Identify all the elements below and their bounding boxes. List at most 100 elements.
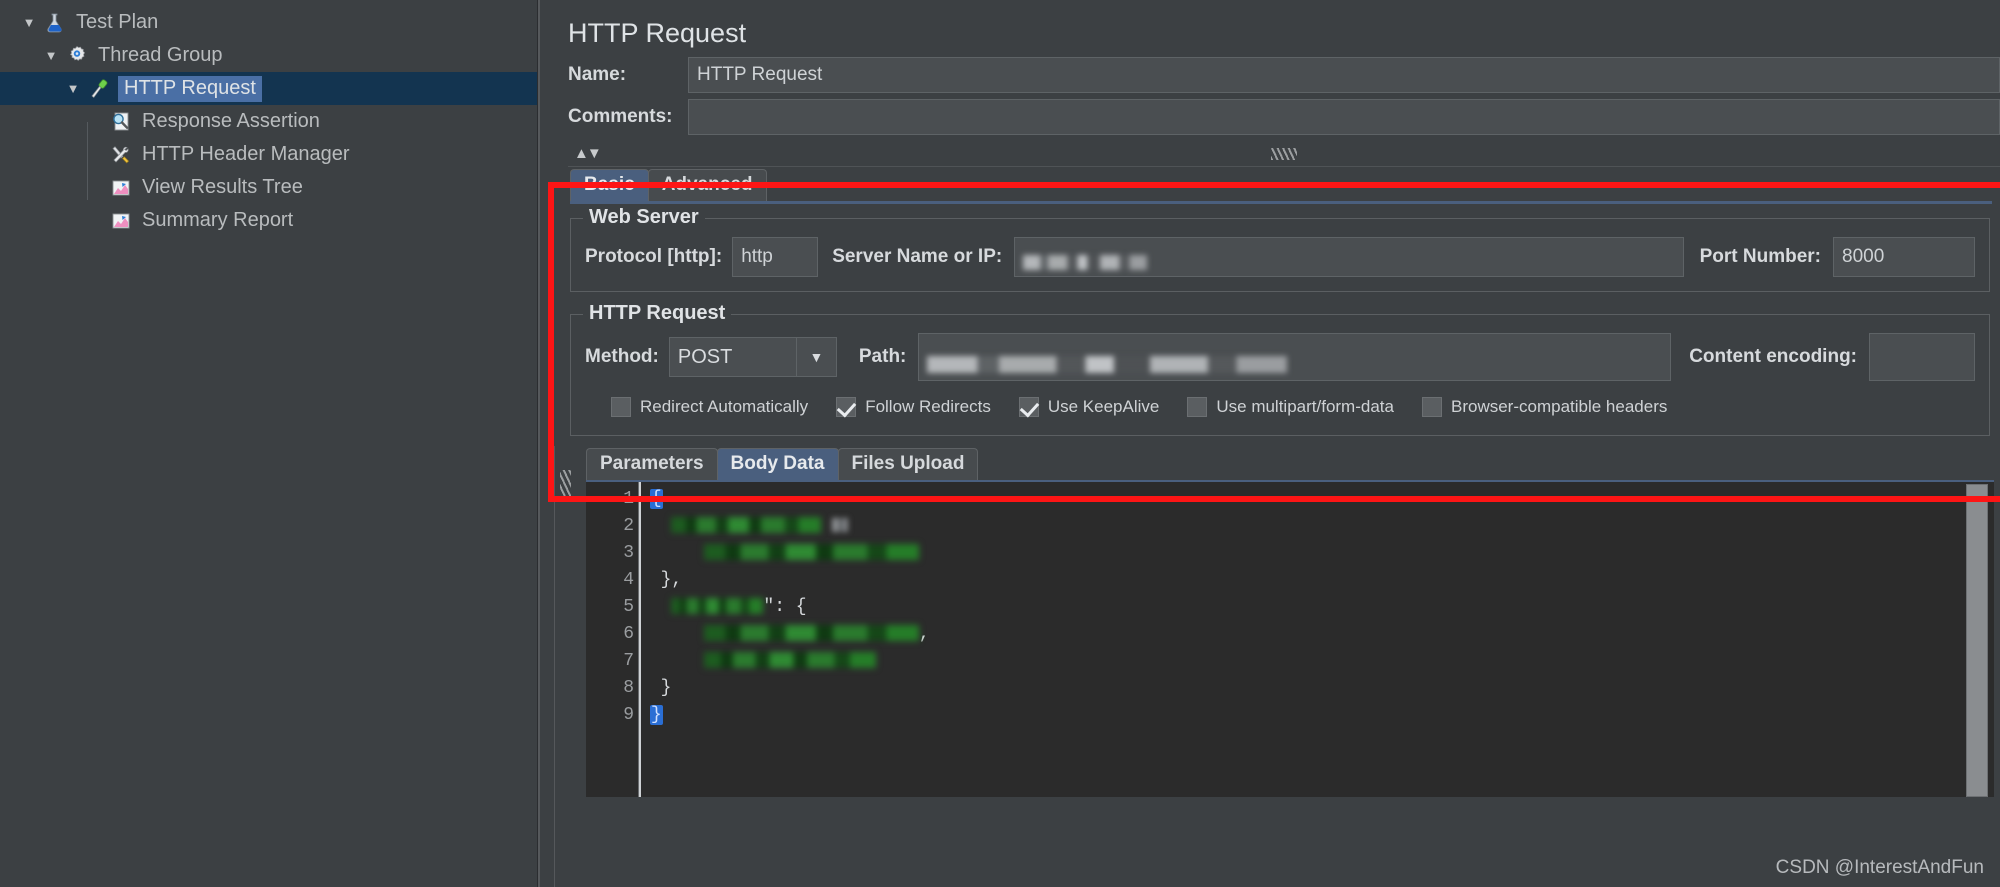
path-label: Path:: [858, 346, 907, 367]
code-line: ": {: [639, 594, 1994, 621]
protocol-label: Protocol [http]:: [585, 246, 723, 267]
body-tabstrip[interactable]: Parameters Body Data Files Upload: [586, 446, 2000, 480]
tab-files-upload[interactable]: Files Upload: [837, 448, 979, 480]
tab-body-data[interactable]: Body Data: [716, 448, 839, 480]
tree-item-test-plan[interactable]: ▼ Test Plan: [0, 6, 537, 39]
test-plan-tree[interactable]: ▼ Test Plan ▼ Thread Group ▼ HTTP Reques…: [0, 0, 538, 887]
jmeter-window: ▼ Test Plan ▼ Thread Group ▼ HTTP Reques…: [0, 0, 2000, 887]
redacted-code: [671, 598, 764, 614]
line-number: 6: [623, 624, 634, 644]
checkbox-box-icon[interactable]: [611, 397, 631, 417]
expand-toggle-icon[interactable]: ▼: [18, 16, 40, 29]
port-number-label: Port Number:: [1699, 246, 1821, 267]
csdn-watermark: CSDN @InterestAndFun: [1775, 857, 1984, 878]
code-line: [639, 648, 1994, 675]
content-encoding-label: Content encoding:: [1689, 346, 1857, 367]
tab-advanced[interactable]: Advanced: [647, 169, 767, 201]
line-number: 7: [623, 651, 634, 671]
tab-underline: [570, 201, 1992, 204]
tree-item-label: Thread Group: [98, 44, 223, 66]
checkbox-label: Browser-compatible headers: [1450, 397, 1668, 416]
checkbox-checked-icon[interactable]: [836, 397, 857, 417]
line-number: 2: [623, 516, 634, 536]
request-options-checkbox-row: Redirect Automatically Follow Redirects …: [611, 397, 1975, 417]
web-server-row: Protocol [http]: http Server Name or IP:…: [585, 237, 1975, 277]
vertical-splitter: [554, 446, 555, 887]
port-number-input[interactable]: 8000: [1833, 237, 1975, 277]
code-line: [639, 540, 1994, 567]
code-line: [639, 513, 1994, 540]
basic-advanced-tabstrip[interactable]: Basic Advanced: [570, 167, 2000, 201]
code-line: {: [639, 486, 1994, 513]
checkbox-label: Use KeepAlive: [1047, 397, 1160, 416]
editor-vertical-scrollbar[interactable]: [1966, 484, 1988, 797]
header-manager-icon: [106, 142, 136, 168]
name-field-row: Name: HTTP Request: [554, 57, 2000, 93]
code-line: }: [639, 702, 1994, 729]
tree-item-view-results-tree[interactable]: View Results Tree: [0, 171, 537, 204]
checkbox-use-multipart-form-data[interactable]: Use multipart/form-data: [1187, 397, 1394, 417]
collapse-arrows-icon[interactable]: ▲▼: [574, 146, 602, 161]
request-body-section: Parameters Body Data Files Upload 1 2 3 …: [554, 446, 2000, 887]
redacted-code: [671, 517, 822, 533]
redacted-code: [703, 652, 876, 668]
results-tree-icon: [106, 175, 136, 201]
tab-basic[interactable]: Basic: [570, 169, 649, 201]
method-select-value: POST: [677, 346, 733, 368]
checkbox-redirect-automatically[interactable]: Redirect Automatically: [611, 397, 808, 417]
section-collapse-bar[interactable]: ▲▼: [568, 141, 2000, 167]
comments-input[interactable]: [688, 99, 2000, 135]
tree-item-thread-group[interactable]: ▼ Thread Group: [0, 39, 537, 72]
code-line: },: [639, 570, 683, 590]
line-number: 4: [623, 570, 634, 590]
path-input[interactable]: [918, 333, 1672, 381]
redacted-code: [703, 625, 919, 641]
tree-item-summary-report[interactable]: Summary Report: [0, 204, 537, 237]
web-server-group-title: Web Server: [583, 206, 705, 229]
tree-item-label: HTTP Request: [118, 75, 262, 102]
name-label: Name:: [568, 64, 627, 85]
expand-toggle-icon[interactable]: ▼: [40, 49, 62, 62]
checkbox-box-icon[interactable]: [1187, 397, 1208, 417]
scrollbar-thumb[interactable]: [1966, 484, 1988, 797]
checkbox-box-icon[interactable]: [1421, 397, 1442, 417]
method-select[interactable]: POST ▼: [668, 337, 837, 377]
tree-item-label: HTTP Header Manager: [142, 143, 350, 165]
chevron-down-icon[interactable]: ▼: [795, 338, 836, 376]
checkbox-label: Use multipart/form-data: [1216, 397, 1394, 416]
test-plan-icon: [40, 10, 70, 36]
checkbox-use-keepalive[interactable]: Use KeepAlive: [1018, 397, 1160, 417]
code-literal: ,: [918, 624, 930, 644]
editor-code-area[interactable]: { }, ": { , } }: [638, 482, 1994, 797]
checkbox-follow-redirects[interactable]: Follow Redirects: [836, 397, 991, 417]
horizontal-split-grip[interactable]: [1271, 147, 1297, 160]
vertical-split-grip[interactable]: [560, 470, 571, 500]
tree-item-label: Response Assertion: [142, 110, 320, 132]
tree-item-header-manager[interactable]: HTTP Header Manager: [0, 138, 537, 171]
editor-line-number-gutter: 1 2 3 4 5 6 7 8 9: [586, 482, 638, 797]
tree-item-response-assertion[interactable]: Response Assertion: [0, 105, 537, 138]
checkbox-browser-compatible-headers[interactable]: Browser-compatible headers: [1421, 397, 1668, 417]
server-name-input[interactable]: [1014, 237, 1684, 277]
line-number: 5: [623, 597, 634, 617]
body-data-editor[interactable]: 1 2 3 4 5 6 7 8 9 { }, ": {,}}: [586, 480, 1994, 797]
http-request-group-title: HTTP Request: [583, 302, 732, 325]
method-path-row: Method: POST ▼ Path: Content encoding:: [585, 333, 1975, 381]
http-request-editor-panel: HTTP Request Name: HTTP Request Comments…: [538, 0, 2000, 887]
expand-toggle-icon[interactable]: ▼: [62, 82, 84, 95]
protocol-input[interactable]: http: [732, 237, 819, 277]
path-redacted-value: [927, 356, 1288, 374]
page-title: HTTP Request: [568, 18, 747, 48]
name-input[interactable]: HTTP Request: [688, 57, 2000, 93]
tree-item-http-request[interactable]: ▼ HTTP Request: [0, 72, 537, 105]
matching-brace-highlight: {: [649, 489, 663, 509]
tab-parameters[interactable]: Parameters: [586, 448, 718, 480]
code-literal: ": {: [763, 597, 807, 617]
assertion-icon: [106, 109, 136, 135]
server-name-redacted-value: [1023, 254, 1148, 270]
redacted-code: [703, 544, 919, 560]
summary-report-icon: [106, 208, 136, 234]
tree-guide-line: [87, 122, 88, 200]
content-encoding-input[interactable]: [1869, 333, 1975, 381]
checkbox-checked-icon[interactable]: [1018, 397, 1039, 417]
